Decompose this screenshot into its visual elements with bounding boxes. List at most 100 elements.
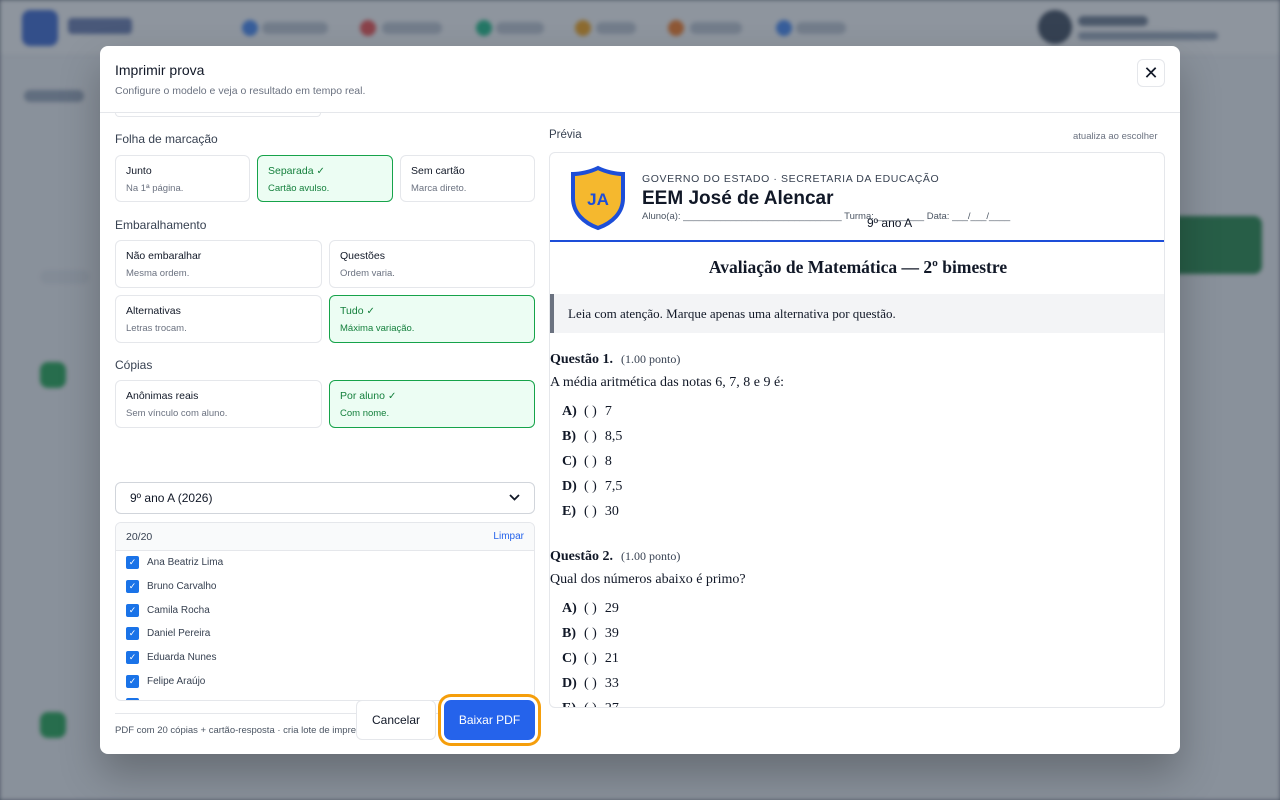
alternative-letter: A)	[562, 403, 577, 419]
student-checkbox[interactable]: ✓	[126, 651, 139, 665]
student-name: Eduarda Nunes	[147, 652, 217, 664]
copies-label: Cópias	[115, 358, 153, 372]
answer-sheet-option-sem-cartao[interactable]: Sem cartão Marca direto.	[400, 155, 535, 202]
preview-label: Prévia	[549, 129, 582, 141]
school-shield-icon: JA	[570, 165, 626, 231]
alternative-row: E)( ) 27	[562, 697, 1150, 707]
alternative-letter: C)	[562, 650, 577, 666]
student-row[interactable]: ✓ Daniel Pereira	[116, 622, 534, 646]
exam-header: JA GOVERNO DO ESTADO · SECRETARIA DA EDU…	[550, 153, 1164, 242]
option-description: Mesma ordem.	[126, 268, 190, 279]
option-title: Alternativas	[126, 305, 181, 317]
option-title: Tudo	[340, 305, 364, 317]
option-description: Na 1ª página.	[126, 183, 184, 194]
footer-info: PDF com 20 cópias + cartão-resposta · cr…	[115, 725, 377, 736]
student-row[interactable]: ✓ Bruno Carvalho	[116, 575, 534, 599]
student-list-header: 20/20 Limpar	[116, 523, 534, 551]
alternative-row: C) ( ) 21	[562, 646, 1150, 671]
modal-subtitle: Configure o modelo e veja o resultado em…	[115, 85, 366, 97]
scrolled-field-edge	[115, 113, 321, 117]
student-list[interactable]: 20/20 Limpar ✓ Ana Beatriz Lima ✓ Bruno Car…	[115, 522, 535, 701]
option-description: Marca direto.	[411, 183, 467, 194]
clear-selection-link[interactable]: Limpar	[493, 531, 524, 542]
class-name-stamp: 9º ano A	[867, 216, 913, 230]
alternative-checkbox: ( )	[584, 428, 597, 444]
download-pdf-button[interactable]: Baixar PDF	[444, 700, 535, 740]
option-description: Sem vínculo com aluno.	[126, 408, 228, 419]
student-row[interactable]: ✓ Eduarda Nunes	[116, 646, 534, 670]
alternative-row: B) ( ) 39	[562, 621, 1150, 646]
alternative-value: 7	[604, 403, 612, 419]
alternative-letter: C)	[562, 453, 577, 469]
student-name: Ana Beatriz Lima	[147, 557, 224, 569]
student-name: Camila Rocha	[147, 604, 210, 616]
alternative-value: 33	[604, 676, 619, 692]
alternative-letter: A)	[562, 600, 577, 616]
option-description: Ordem varia.	[340, 268, 395, 279]
option-description: Letras trocam.	[126, 323, 187, 334]
student-checkbox[interactable]: ✓	[126, 627, 139, 641]
student-checkbox[interactable]: ✓	[126, 674, 139, 688]
question-points: (1.00 ponto)	[621, 352, 681, 366]
alternative-row: D) ( ) 7,5	[562, 475, 1150, 500]
option-title: Questões	[340, 250, 385, 262]
check-icon: ✓	[387, 391, 397, 402]
copies-option-anonymous[interactable]: Anônimas reais Sem vínculo com aluno.	[115, 380, 322, 428]
print-exam-modal: Imprimir prova Configure o modelo e veja…	[100, 46, 1180, 754]
copies-option-per-student[interactable]: Por aluno ✓ Com nome.	[329, 380, 535, 428]
alternative-checkbox: ( )	[584, 625, 597, 641]
chevron-down-icon	[509, 493, 520, 504]
option-title: Junto	[126, 165, 152, 177]
option-title: Não embaralhar	[126, 250, 202, 262]
option-title: Sem cartão	[411, 165, 465, 177]
alternative-value: 30	[604, 504, 619, 520]
student-row[interactable]: ✓ Felipe Araújo	[116, 669, 534, 693]
shuffle-option-questions[interactable]: Questões Ordem varia.	[329, 240, 535, 288]
answer-sheet-label: Folha de marcação	[115, 132, 218, 146]
student-rows: ✓ Ana Beatriz Lima ✓ Bruno Carvalho ✓ Camila …	[116, 551, 534, 700]
shuffle-option-all[interactable]: Tudo ✓ Máxima variação.	[329, 295, 535, 343]
settings-panel: Folha de marcação Junto Na 1ª página. Se…	[115, 113, 535, 754]
student-name: Daniel Pereira	[147, 628, 211, 640]
class-select[interactable]: 9º ano A (2026)	[115, 482, 535, 514]
student-checkbox[interactable]	[126, 698, 139, 700]
selected-count: 20/20	[126, 530, 153, 543]
student-checkbox[interactable]: ✓	[126, 603, 139, 617]
student-name: Felipe Araújo	[147, 675, 206, 687]
alternative-value: 8	[604, 453, 612, 469]
answer-sheet-option-junto[interactable]: Junto Na 1ª página.	[115, 155, 250, 202]
check-icon: ✓	[316, 166, 325, 177]
alternative-row: A) ( ) 29	[562, 596, 1150, 621]
alternative-letter: D)	[562, 479, 577, 495]
question-1: Questão 1. (1.00 ponto) A média aritmética…	[550, 352, 1150, 525]
alternative-value: 8,5	[604, 428, 623, 444]
option-title: Por aluno	[340, 390, 385, 402]
answer-sheet-option-separada[interactable]: Separada ✓ Cartão avulso.	[257, 155, 393, 202]
option-description: Cartão avulso.	[268, 183, 330, 194]
option-description: Com nome.	[340, 408, 390, 419]
alternative-letter: D)	[562, 676, 577, 692]
alternative-checkbox: ( )	[584, 403, 597, 419]
alternative-row: D) ( ) 33	[562, 672, 1150, 697]
student-checkbox[interactable]: ✓	[126, 580, 139, 594]
question-2: Questão 2. (1.00 ponto) Qual dos números a…	[550, 549, 1150, 707]
student-checkbox[interactable]: ✓	[126, 556, 139, 570]
option-title: Anônimas reais	[126, 390, 199, 402]
alternative-letter: B)	[562, 428, 576, 444]
close-button[interactable]: ✕	[1137, 59, 1165, 87]
alternative-value: 7,5	[604, 479, 623, 495]
question-text: A média aritmética das notas 6, 7, 8 e 9…	[550, 375, 785, 390]
student-row[interactable]: ✓ Ana Beatriz Lima	[116, 551, 534, 575]
alternative-value: 21	[604, 650, 619, 666]
student-row[interactable]: ✓ Camila Rocha	[116, 598, 534, 622]
exam-preview[interactable]: JA GOVERNO DO ESTADO · SECRETARIA DA EDU…	[549, 152, 1165, 708]
government-line: GOVERNO DO ESTADO · SECRETARIA DA EDUCAÇ…	[642, 173, 940, 185]
student-fields-line: Aluno(a): ______________________________…	[642, 211, 1011, 222]
shuffle-option-none[interactable]: Não embaralhar Mesma ordem.	[115, 240, 322, 288]
shuffle-option-alternatives[interactable]: Alternativas Letras trocam.	[115, 295, 322, 343]
question-label: Questão 1.	[550, 352, 613, 367]
question-points: (1.00 ponto)	[621, 549, 681, 563]
alternative-checkbox: ( )	[584, 453, 597, 469]
cancel-button[interactable]: Cancelar	[356, 700, 436, 740]
alternative-checkbox: ( )	[584, 676, 597, 692]
